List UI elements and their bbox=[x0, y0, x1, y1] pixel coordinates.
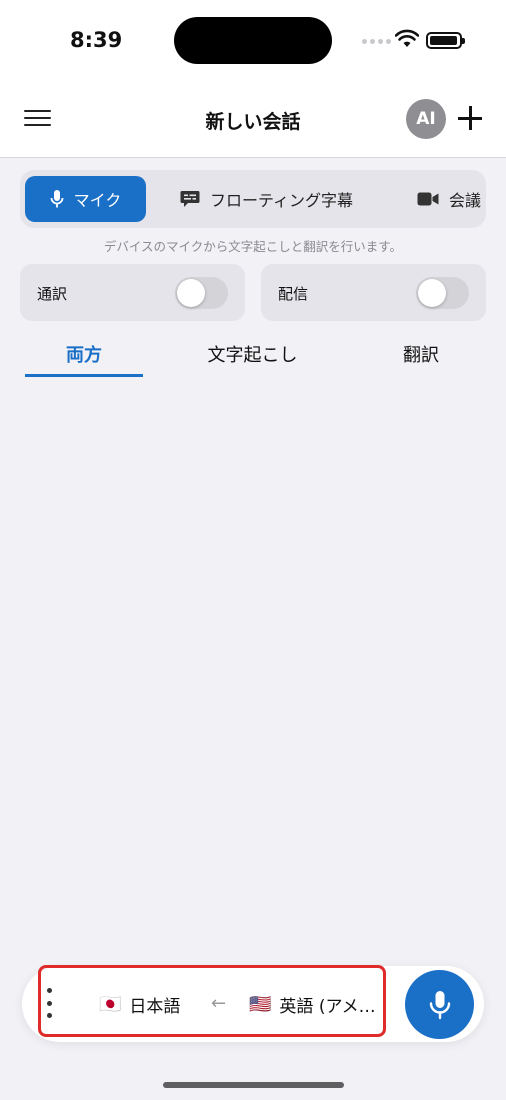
wifi-icon bbox=[395, 29, 419, 47]
mode-selector: マイク フローティング字幕 会議 bbox=[20, 170, 486, 228]
add-conversation-button[interactable] bbox=[458, 106, 482, 130]
mode-floating-subtitles-tab[interactable]: フローティング字幕 bbox=[180, 176, 353, 222]
target-language-label: 英語 (アメ… bbox=[279, 997, 376, 1017]
us-flag-icon: 🇺🇸 bbox=[249, 994, 272, 1015]
status-time: 8:39 bbox=[70, 28, 123, 52]
source-language-selector[interactable]: 🇯🇵 日本語 bbox=[99, 992, 180, 1017]
mic-icon bbox=[50, 190, 64, 208]
broadcast-label: 配信 bbox=[278, 285, 309, 303]
nav-bar: 新しい会話 AI bbox=[0, 80, 506, 158]
interpret-switch[interactable] bbox=[175, 277, 228, 309]
tab-both[interactable]: 両方 bbox=[25, 341, 143, 377]
interpret-label: 通訳 bbox=[37, 285, 68, 303]
switch-knob bbox=[418, 279, 446, 307]
source-language-label: 日本語 bbox=[129, 997, 181, 1017]
arrow-left-icon[interactable]: ← bbox=[211, 993, 226, 1014]
mode-meeting-label: 会議 bbox=[449, 191, 482, 210]
record-mic-button[interactable] bbox=[405, 970, 474, 1039]
mode-mic-tab[interactable]: マイク bbox=[25, 176, 146, 222]
status-bar: 8:39 bbox=[0, 0, 506, 80]
mode-floating-label: フローティング字幕 bbox=[210, 191, 354, 210]
mode-description: デバイスのマイクから文字起こしと翻訳を行います。 bbox=[103, 239, 403, 254]
battery-icon bbox=[426, 32, 465, 49]
mic-icon bbox=[429, 990, 450, 1019]
ai-avatar[interactable]: AI bbox=[406, 99, 446, 139]
target-language-selector[interactable]: 🇺🇸 英語 (アメ… bbox=[249, 992, 376, 1017]
interpret-toggle-card: 通訳 bbox=[20, 264, 245, 321]
mode-mic-label: マイク bbox=[73, 191, 122, 210]
mode-meeting-tab[interactable]: 会議 bbox=[417, 176, 481, 222]
video-camera-icon bbox=[417, 192, 439, 206]
broadcast-toggle-card: 配信 bbox=[261, 264, 486, 321]
cellular-signal-icon bbox=[362, 39, 391, 44]
japan-flag-icon: 🇯🇵 bbox=[99, 994, 122, 1015]
language-selector-highlight: 🇯🇵 日本語 ← 🇺🇸 英語 (アメ… bbox=[38, 965, 386, 1037]
tab-transcription[interactable]: 文字起こし bbox=[185, 341, 320, 377]
home-indicator bbox=[163, 1082, 344, 1088]
broadcast-switch[interactable] bbox=[416, 277, 469, 309]
dynamic-island bbox=[174, 17, 332, 64]
tab-translation[interactable]: 翻訳 bbox=[370, 341, 472, 377]
caption-bubble-icon bbox=[180, 191, 200, 207]
switch-knob bbox=[177, 279, 205, 307]
